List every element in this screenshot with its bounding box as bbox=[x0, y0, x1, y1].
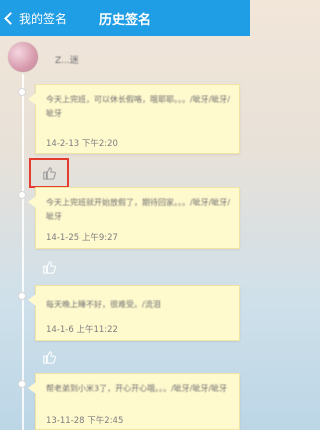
thumbs-up-icon bbox=[43, 261, 56, 274]
like-button[interactable] bbox=[29, 252, 69, 282]
like-button[interactable] bbox=[29, 342, 69, 372]
timeline-dot bbox=[18, 88, 26, 96]
signature-time: 14-2-13 下午2:20 bbox=[46, 139, 118, 149]
top-bar: 我的签名 历史签名 bbox=[0, 0, 250, 36]
timeline-line bbox=[22, 74, 24, 430]
timeline-dot bbox=[18, 191, 26, 199]
signature-card[interactable]: 帮老弟到小米3了，开心开心哦。。。/呲牙/呲牙/呲牙 13-11-28 下午2:… bbox=[28, 373, 240, 430]
like-button[interactable] bbox=[29, 158, 69, 188]
signature-time: 13-11-28 下午2:45 bbox=[46, 416, 124, 426]
signature-text: 今天上完班就开始放假了，期待回家。。。/呲牙/呲牙/呲牙 bbox=[46, 198, 231, 221]
avatar[interactable] bbox=[8, 42, 38, 72]
signature-card[interactable]: 每天晚上睡不好，很难受。/流泪 14-1-6 上午11:22 bbox=[28, 285, 240, 341]
signature-time: 14-1-6 上午11:22 bbox=[46, 325, 118, 335]
profile-name: Z...迷 bbox=[55, 56, 79, 66]
page-title: 历史签名 bbox=[98, 13, 151, 28]
signature-text: 每天晚上睡不好，很难受。/流泪 bbox=[46, 300, 161, 309]
signature-text: 帮老弟到小米3了，开心开心哦。。。/呲牙/呲牙/呲牙 bbox=[46, 384, 228, 393]
timeline-dot bbox=[18, 380, 26, 388]
thumbs-up-icon bbox=[43, 167, 56, 180]
signature-card[interactable]: 今天上完班就开始放假了，期待回家。。。/呲牙/呲牙/呲牙 14-1-25 上午9… bbox=[28, 187, 240, 249]
signature-time: 14-1-25 上午9:27 bbox=[46, 233, 118, 243]
timeline-dot bbox=[18, 292, 26, 300]
signature-card[interactable]: 今天上完班，可以休长假咯，哦耶耶。。。/呲牙/呲牙/呲牙 14-2-13 下午2… bbox=[28, 84, 240, 154]
thumbs-up-icon bbox=[43, 351, 56, 364]
signature-text: 今天上完班，可以休长假咯，哦耶耶。。。/呲牙/呲牙/呲牙 bbox=[46, 95, 231, 118]
